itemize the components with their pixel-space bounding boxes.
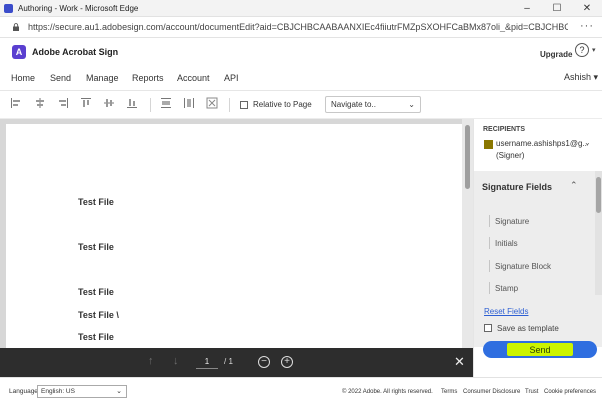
align-center-icon[interactable] — [34, 97, 46, 109]
language-value: English: US — [41, 388, 75, 395]
chevron-up-icon[interactable]: ⌃ — [570, 180, 578, 191]
recipients-heading: RECIPIENTS — [483, 126, 526, 133]
maximize-button[interactable]: ☐ — [542, 0, 572, 17]
close-icon[interactable]: ✕ — [454, 354, 465, 370]
more-options-icon[interactable]: ··· — [580, 20, 594, 32]
document-page[interactable]: Test File Test File Test File Test File … — [6, 124, 462, 354]
fields-scroll-thumb[interactable] — [596, 177, 601, 213]
document-text-line: Test File — [78, 332, 114, 342]
recipient-email[interactable]: username.ashishps1@g... — [496, 139, 588, 148]
document-text-line: Test File — [78, 242, 114, 252]
zoom-in-icon[interactable]: + — [281, 356, 293, 368]
field-drag-handle — [489, 260, 490, 272]
field-initials[interactable]: Initials — [495, 239, 518, 248]
nav-manage[interactable]: Manage — [86, 73, 119, 83]
relative-to-page-checkbox[interactable] — [240, 101, 248, 109]
document-text-line: Test File — [78, 287, 114, 297]
footer: Language English: US ⌄ © 2022 Adobe. All… — [0, 377, 602, 403]
document-scroll-thumb[interactable] — [465, 125, 470, 189]
window-titlebar: Authoring - Work - Microsoft Edge – ☐ ✕ — [0, 0, 602, 17]
cookie-preferences-link[interactable]: Cookie preferences — [544, 389, 596, 395]
signature-fields-panel — [474, 171, 602, 347]
document-viewer: Test File Test File Test File Test File … — [0, 119, 473, 377]
field-signature-block[interactable]: Signature Block — [495, 262, 551, 271]
align-middle-icon[interactable] — [103, 97, 115, 109]
field-drag-handle — [489, 237, 490, 249]
lock-icon — [13, 23, 19, 31]
chevron-down-icon: ⌄ — [408, 100, 415, 109]
field-signature[interactable]: Signature — [495, 217, 529, 226]
navigate-to-select[interactable]: Navigate to.. ⌄ — [325, 96, 421, 113]
signature-fields-title[interactable]: Signature Fields — [482, 182, 552, 192]
align-top-icon[interactable] — [80, 97, 92, 109]
previous-page-icon[interactable]: ↑ — [148, 355, 154, 367]
recipient-color-swatch — [484, 140, 493, 149]
relative-to-page-label: Relative to Page — [253, 100, 312, 109]
recipient-role: (Signer) — [496, 151, 525, 160]
help-icon[interactable]: ? — [575, 43, 589, 57]
address-bar: https://secure.au1.adobesign.com/account… — [0, 17, 602, 38]
nav-account[interactable]: Account — [177, 73, 210, 83]
save-as-template-label: Save as template — [497, 324, 559, 333]
window-title: Authoring - Work - Microsoft Edge — [18, 3, 139, 13]
send-button-label: Send — [529, 344, 551, 355]
terms-link[interactable]: Terms — [441, 389, 457, 395]
trust-link[interactable]: Trust — [525, 389, 538, 395]
field-stamp[interactable]: Stamp — [495, 284, 518, 293]
toolbar-divider — [229, 98, 230, 112]
main-nav: Home Send Manage Reports Account API Ash… — [0, 65, 602, 91]
field-drag-handle — [489, 282, 490, 294]
help-caret-icon[interactable]: ▾ — [592, 46, 596, 54]
user-menu[interactable]: Ashish ▾ — [564, 72, 598, 83]
brand-bar: A Adobe Acrobat Sign Upgrade ? ▾ — [0, 38, 602, 65]
same-height-icon[interactable] — [183, 97, 195, 109]
authoring-toolbar: Relative to Page Navigate to.. ⌄ — [0, 91, 602, 119]
acrobat-sign-logo: A — [12, 44, 26, 59]
upgrade-link[interactable]: Upgrade — [540, 50, 572, 59]
nav-reports[interactable]: Reports — [132, 73, 164, 83]
nav-api[interactable]: API — [224, 73, 239, 83]
document-text-line: Test File — [78, 197, 114, 207]
field-drag-handle — [489, 215, 490, 227]
consumer-disclosure-link[interactable]: Consumer Disclosure — [463, 389, 520, 395]
page-number-input[interactable]: 1 — [196, 357, 218, 369]
edge-app-icon — [4, 3, 13, 13]
nav-home[interactable]: Home — [11, 73, 35, 83]
reset-fields-link[interactable]: Reset Fields — [484, 307, 528, 316]
zoom-out-icon[interactable]: − — [258, 356, 270, 368]
navigate-to-value: Navigate to.. — [331, 100, 376, 109]
copyright-text: © 2022 Adobe. All rights reserved. — [342, 389, 433, 395]
align-left-icon[interactable] — [10, 97, 22, 109]
nav-send[interactable]: Send — [50, 73, 71, 83]
same-size-icon[interactable] — [206, 97, 218, 109]
minimize-button[interactable]: – — [512, 0, 542, 17]
save-as-template-checkbox[interactable] — [484, 324, 492, 332]
product-name: Adobe Acrobat Sign — [32, 46, 119, 57]
page-navigation-bar: ↑ ↓ 1 / 1 − + ✕ — [0, 348, 473, 377]
next-page-icon[interactable]: ↓ — [173, 355, 179, 367]
document-text-line: Test File \ — [78, 310, 119, 320]
toolbar-divider — [150, 98, 151, 112]
language-select[interactable]: English: US ⌄ — [37, 385, 127, 398]
url-field[interactable]: https://secure.au1.adobesign.com/account… — [28, 22, 568, 32]
right-panel: RECIPIENTS username.ashishps1@g... (Sign… — [473, 119, 602, 377]
same-width-icon[interactable] — [160, 97, 172, 109]
close-window-button[interactable]: ✕ — [572, 0, 602, 17]
send-button[interactable]: Send — [483, 341, 597, 358]
align-right-icon[interactable] — [57, 97, 69, 109]
page-total: / 1 — [224, 357, 233, 366]
align-bottom-icon[interactable] — [126, 97, 138, 109]
language-label: Language — [9, 388, 38, 395]
chevron-down-icon: ⌄ — [116, 388, 122, 395]
chevron-down-icon[interactable]: ⌄ — [584, 138, 591, 147]
